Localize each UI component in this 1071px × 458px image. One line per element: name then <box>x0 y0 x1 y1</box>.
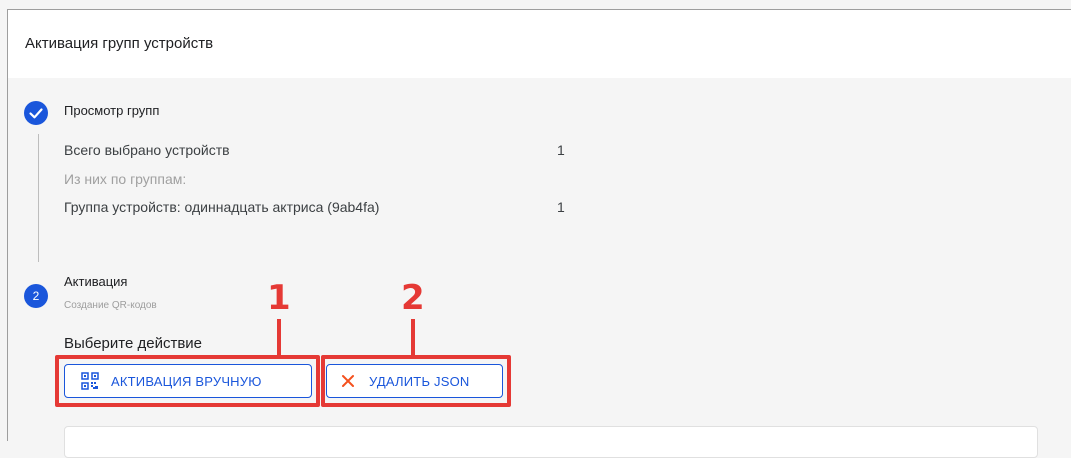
step-2-subtitle: Создание QR-кодов <box>64 300 157 311</box>
annotation-number-2: 2 <box>401 278 425 318</box>
step-1-title: Просмотр групп <box>64 103 160 118</box>
group-row-label: Группа устройств: одиннадцать актриса (9… <box>64 199 380 215</box>
step-1-check-icon <box>24 101 48 125</box>
annotation-pointer-1 <box>277 319 281 357</box>
dialog-title: Активация групп устройств <box>25 35 214 52</box>
annotation-pointer-2 <box>411 319 415 357</box>
step-2-title: Активация <box>64 274 128 289</box>
next-content-panel <box>64 426 1038 458</box>
annotation-highlight-2 <box>321 355 511 407</box>
choose-action-label: Выберите действие <box>64 335 203 352</box>
by-groups-label: Из них по группам: <box>64 171 187 187</box>
total-devices-value: 1 <box>557 142 565 158</box>
total-devices-label: Всего выбрано устройств <box>64 142 230 158</box>
group-row-value: 1 <box>557 199 565 215</box>
annotation-highlight-1 <box>55 355 320 407</box>
activation-dialog: Активация групп устройств Просмотр групп… <box>7 9 1071 458</box>
annotation-number-1: 1 <box>267 278 291 318</box>
step-2-number: 2 <box>24 284 48 308</box>
step-connector <box>38 134 39 262</box>
